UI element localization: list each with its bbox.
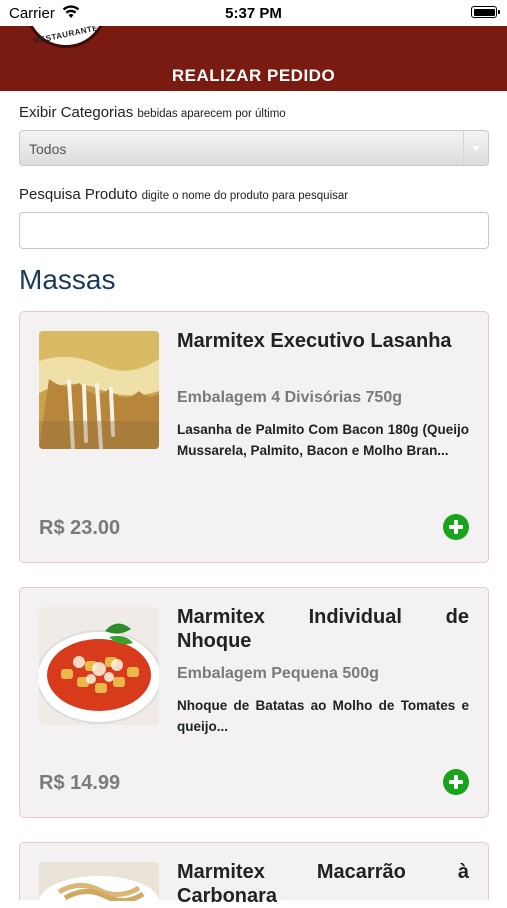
logo-text: RESTAURANTE [33,26,99,46]
search-label-row: Pesquisa Produto digite o nome do produt… [19,186,348,203]
page-title: REALIZAR PEDIDO [171,66,336,85]
product-name: Marmitex Executivo Lasanha [177,330,452,352]
battery-icon [471,6,500,18]
chevron-down-icon [472,146,480,151]
categories-hint: bebidas aparecem por último [137,108,286,120]
product-packaging: Embalagem 4 Divisórias 750g [177,389,402,406]
product-name: Marmitex Individual de Nhoque [177,606,469,652]
product-packaging: Embalagem Pequena 500g [177,665,379,682]
search-label: Pesquisa Produto [19,186,138,203]
product-description: Nhoque de Batatas ao Molho de Tomates e … [177,698,469,734]
add-to-order-button[interactable] [443,514,469,540]
product-name: Marmitex Macarrão à Carbonara [177,861,469,907]
categories-label-row: Exibir Categorias bebidas aparecem por ú… [19,104,286,121]
categories-label: Exibir Categorias [19,104,134,121]
add-to-order-button[interactable] [443,769,469,795]
product-card[interactable]: Marmitex Macarrão à Carbonara [19,842,489,907]
clock: 5:37 PM [225,5,282,22]
product-card[interactable]: Marmitex Individual de Nhoque Embalagem … [19,587,489,818]
section-title: Massas [19,264,116,295]
category-select[interactable]: Todos [19,130,489,166]
carbonara-photo [39,862,159,901]
product-card[interactable]: Marmitex Executivo Lasanha Embalagem 4 D… [19,311,489,563]
lasagna-photo [39,331,159,449]
product-price: R$ 23.00 [39,517,121,539]
dropdown-toggle[interactable] [463,131,488,165]
app-header: RESTAURANTE REALIZAR PEDIDO [0,26,507,91]
status-bar: Carrier 5:37 PM [0,0,507,26]
gnocchi-photo [39,607,159,725]
product-search-input[interactable] [19,212,489,249]
category-select-value: Todos [29,141,67,157]
product-price: R$ 14.99 [39,772,121,794]
restaurant-logo: RESTAURANTE [25,26,107,48]
search-hint: digite o nome do produto para pesquisar [141,190,349,202]
product-description: Lasanha de Palmito Com Bacon 180g (Queij… [177,422,469,458]
